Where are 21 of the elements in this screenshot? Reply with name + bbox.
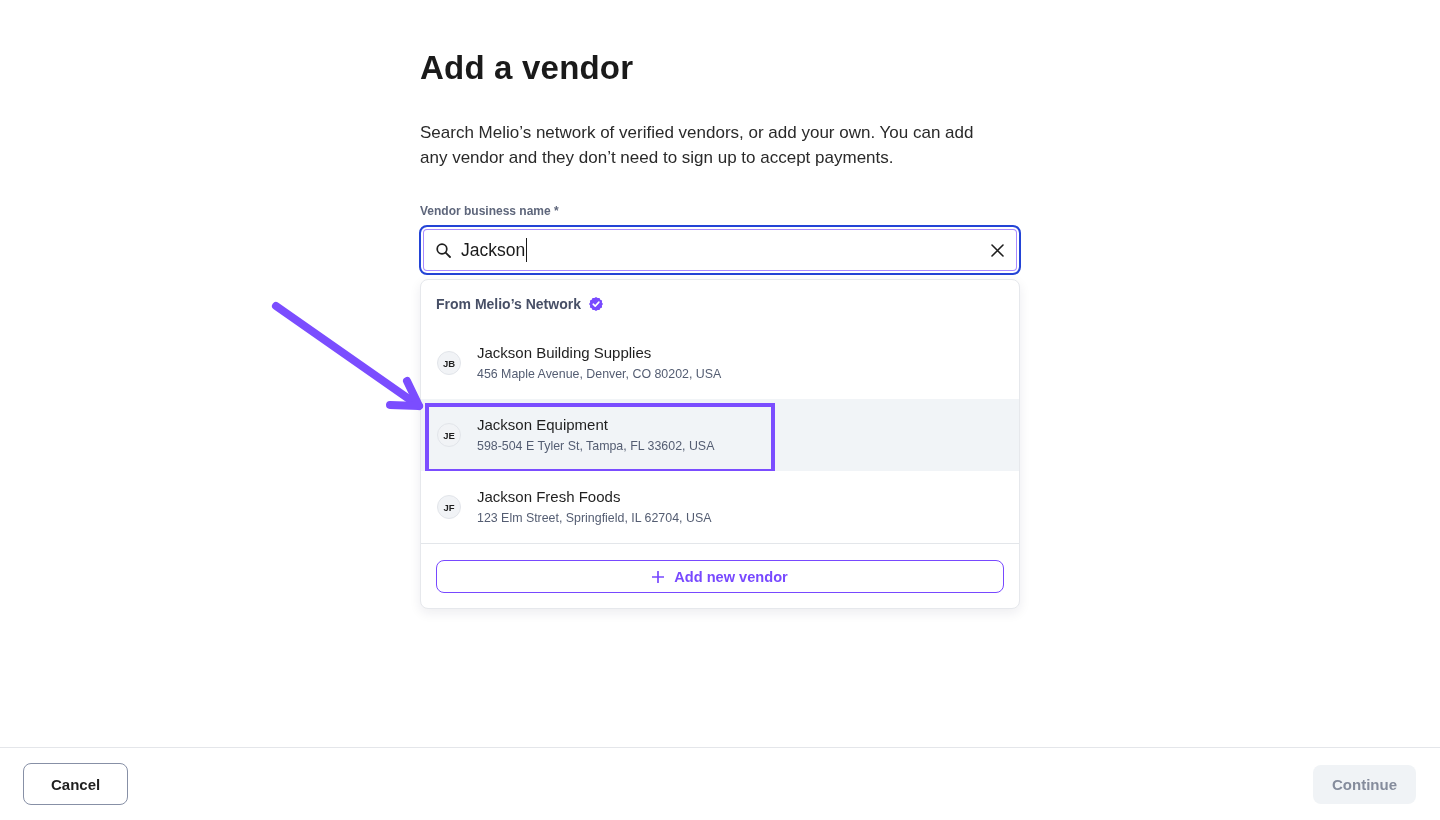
search-icon	[436, 242, 451, 258]
vendor-search-field[interactable]: Jackson	[419, 225, 1021, 275]
initials-avatar: JB	[437, 351, 461, 375]
cancel-button[interactable]: Cancel	[23, 763, 129, 805]
vendor-address: 123 Elm Street, Springfield, IL 62704, USA	[477, 510, 712, 527]
vendor-address: 598-504 E Tyler St, Tampa, FL 33602, USA	[477, 438, 715, 455]
clear-icon[interactable]	[991, 243, 1004, 257]
field-label: Vendor business name *	[420, 203, 559, 219]
vendor-option[interactable]: JB Jackson Building Supplies 456 Maple Avenue, Denver, CO 80202, USA	[421, 327, 1019, 399]
page-description: Search Melio’s network of verified vendors, or add your own. You can add any vendor and they don’t need to sign up to accept payments.	[420, 122, 975, 169]
plus-icon	[652, 570, 665, 583]
network-heading: From Melio’s Network	[436, 295, 581, 314]
page-title: Add a vendor	[420, 48, 634, 88]
initials-avatar: JF	[437, 495, 461, 519]
vendor-name: Jackson Equipment	[477, 415, 608, 435]
vendor-name: Jackson Fresh Foods	[477, 487, 621, 507]
initials-avatar: JE	[437, 423, 461, 447]
vendor-option[interactable]: JF Jackson Fresh Foods 123 Elm Street, Springfield, IL 62704, USA	[421, 471, 1019, 543]
vendor-address: 456 Maple Avenue, Denver, CO 80202, USA	[477, 366, 722, 383]
vendor-name: Jackson Building Supplies	[477, 343, 652, 363]
add-vendor-button[interactable]: Add new vendor	[436, 560, 1004, 593]
